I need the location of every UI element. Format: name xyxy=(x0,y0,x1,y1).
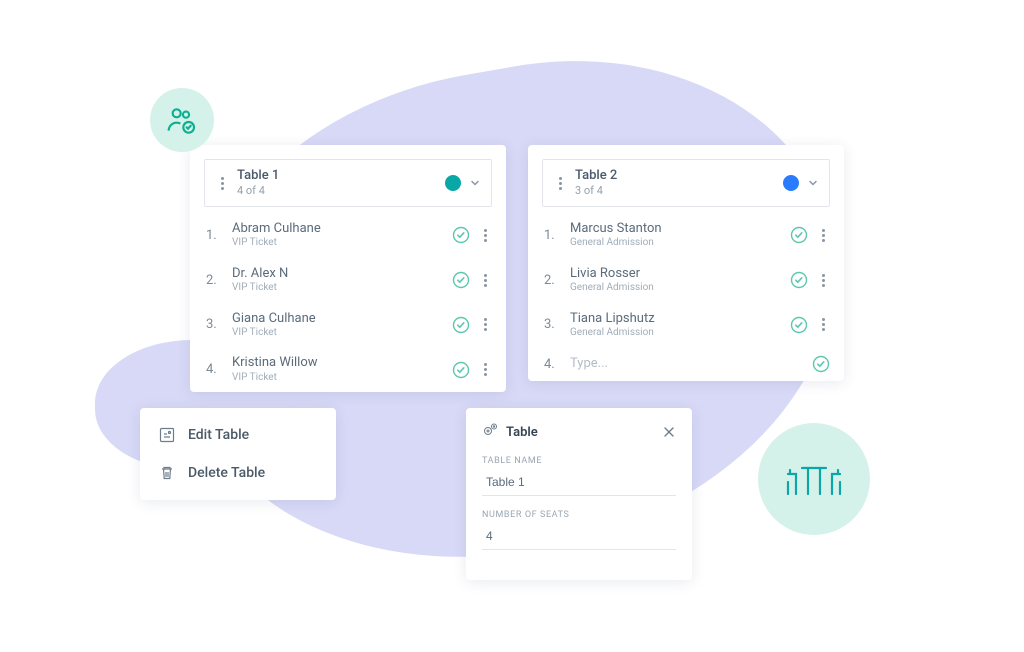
seat-number: 3. xyxy=(544,317,562,332)
seat-menu-button[interactable] xyxy=(816,274,830,287)
seat-menu-button[interactable] xyxy=(816,229,830,242)
menu-item-label: Delete Table xyxy=(188,465,265,481)
seats-label: NUMBER OF SEATS xyxy=(482,510,676,520)
checked-in-icon xyxy=(452,361,470,379)
table-menu-button[interactable] xyxy=(553,177,567,190)
seat-info: Dr. Alex NVIP Ticket xyxy=(232,266,444,295)
seat-row: 3. Tiana LipshutzGeneral Admission xyxy=(528,303,844,348)
seat-row: 2. Livia RosserGeneral Admission xyxy=(528,258,844,303)
seat-row: 3. Giana CulhaneVIP Ticket xyxy=(190,303,506,348)
seat-list: 1.Marcus StantonGeneral Admission2.Livia… xyxy=(528,213,844,381)
table-card: Table 1 4 of 4 1.Abram CulhaneVIP Ticket… xyxy=(190,145,506,392)
table-count: 3 of 4 xyxy=(575,184,775,198)
seat-info: Type... xyxy=(570,356,804,372)
panel-title: Table xyxy=(506,425,654,440)
seat-menu-button[interactable] xyxy=(478,318,492,331)
seat-number: 3. xyxy=(206,317,224,332)
seat-list: 1.Abram CulhaneVIP Ticket2.Dr. Alex NVIP… xyxy=(190,213,506,392)
seat-number: 2. xyxy=(544,273,562,288)
ticket-type: VIP Ticket xyxy=(232,372,444,385)
table-color-button[interactable] xyxy=(783,175,799,191)
checked-in-icon xyxy=(452,316,470,334)
guest-name: Giana Culhane xyxy=(232,311,444,327)
table-name: Table 1 xyxy=(237,168,437,184)
table-card: Table 2 3 of 4 1.Marcus StantonGeneral A… xyxy=(528,145,844,381)
seats-input[interactable] xyxy=(482,525,676,550)
table-info: Table 1 4 of 4 xyxy=(237,168,437,198)
seat-info: Giana CulhaneVIP Ticket xyxy=(232,311,444,340)
seat-row: 1. Abram CulhaneVIP Ticket xyxy=(190,213,506,258)
seat-menu-button[interactable] xyxy=(478,274,492,287)
close-button[interactable] xyxy=(662,425,676,439)
table-name-input[interactable] xyxy=(482,471,676,496)
seat-row: 4. Kristina WillowVIP Ticket xyxy=(190,347,506,392)
checked-in-icon xyxy=(452,271,470,289)
ticket-type: General Admission xyxy=(570,327,782,340)
ticket-type: VIP Ticket xyxy=(232,282,444,295)
chevron-down-icon[interactable] xyxy=(469,177,481,189)
table-name: Table 2 xyxy=(575,168,775,184)
table-chairs-badge xyxy=(758,423,870,535)
menu-item-label: Edit Table xyxy=(188,427,249,443)
trash-icon xyxy=(158,464,176,482)
seat-info: Marcus StantonGeneral Admission xyxy=(570,221,782,250)
table-color-button[interactable] xyxy=(445,175,461,191)
delete-table-menu-item[interactable]: Delete Table xyxy=(140,454,336,492)
table-count: 4 of 4 xyxy=(237,184,437,198)
gears-icon xyxy=(482,422,498,442)
seat-row: 2. Dr. Alex NVIP Ticket xyxy=(190,258,506,303)
seat-info: Abram CulhaneVIP Ticket xyxy=(232,221,444,250)
ticket-type: VIP Ticket xyxy=(232,327,444,340)
seat-number: 1. xyxy=(544,228,562,243)
seat-row: 1. Marcus StantonGeneral Admission xyxy=(528,213,844,258)
guest-name: Tiana Lipshutz xyxy=(570,311,782,327)
seat-number: 4. xyxy=(544,357,562,372)
checked-in-icon xyxy=(812,355,830,373)
seat-number: 2. xyxy=(206,273,224,288)
guest-name: Marcus Stanton xyxy=(570,221,782,237)
edit-icon xyxy=(158,426,176,444)
people-check-icon xyxy=(166,104,198,136)
seat-info: Tiana LipshutzGeneral Admission xyxy=(570,311,782,340)
checked-in-icon xyxy=(790,271,808,289)
table-name-label: TABLE NAME xyxy=(482,456,676,466)
guest-name-placeholder: Type... xyxy=(570,356,804,372)
people-badge xyxy=(150,88,214,152)
guest-name: Dr. Alex N xyxy=(232,266,444,282)
seat-menu-button[interactable] xyxy=(478,363,492,376)
table-menu-button[interactable] xyxy=(215,177,229,190)
seat-menu-button[interactable] xyxy=(816,318,830,331)
seat-number: 1. xyxy=(206,228,224,243)
ticket-type: General Admission xyxy=(570,282,782,295)
ticket-type: General Admission xyxy=(570,237,782,250)
table-chairs-icon xyxy=(784,454,844,504)
table-info: Table 2 3 of 4 xyxy=(575,168,775,198)
checked-in-icon xyxy=(452,226,470,244)
guest-name: Livia Rosser xyxy=(570,266,782,282)
seat-menu-button[interactable] xyxy=(478,229,492,242)
seat-info: Livia RosserGeneral Admission xyxy=(570,266,782,295)
guest-name: Abram Culhane xyxy=(232,221,444,237)
seat-info: Kristina WillowVIP Ticket xyxy=(232,355,444,384)
checked-in-icon xyxy=(790,316,808,334)
panel-header: Table xyxy=(482,422,676,442)
edit-table-menu-item[interactable]: Edit Table xyxy=(140,416,336,454)
guest-name: Kristina Willow xyxy=(232,355,444,371)
table-header: Table 1 4 of 4 xyxy=(204,159,492,207)
chevron-down-icon[interactable] xyxy=(807,177,819,189)
checked-in-icon xyxy=(790,226,808,244)
table-header: Table 2 3 of 4 xyxy=(542,159,830,207)
seat-empty-row[interactable]: 4. Type... xyxy=(528,347,844,381)
seat-number: 4. xyxy=(206,362,224,377)
edit-table-panel: Table TABLE NAME NUMBER OF SEATS xyxy=(466,408,692,580)
context-menu: Edit Table Delete Table xyxy=(140,408,336,500)
ticket-type: VIP Ticket xyxy=(232,237,444,250)
